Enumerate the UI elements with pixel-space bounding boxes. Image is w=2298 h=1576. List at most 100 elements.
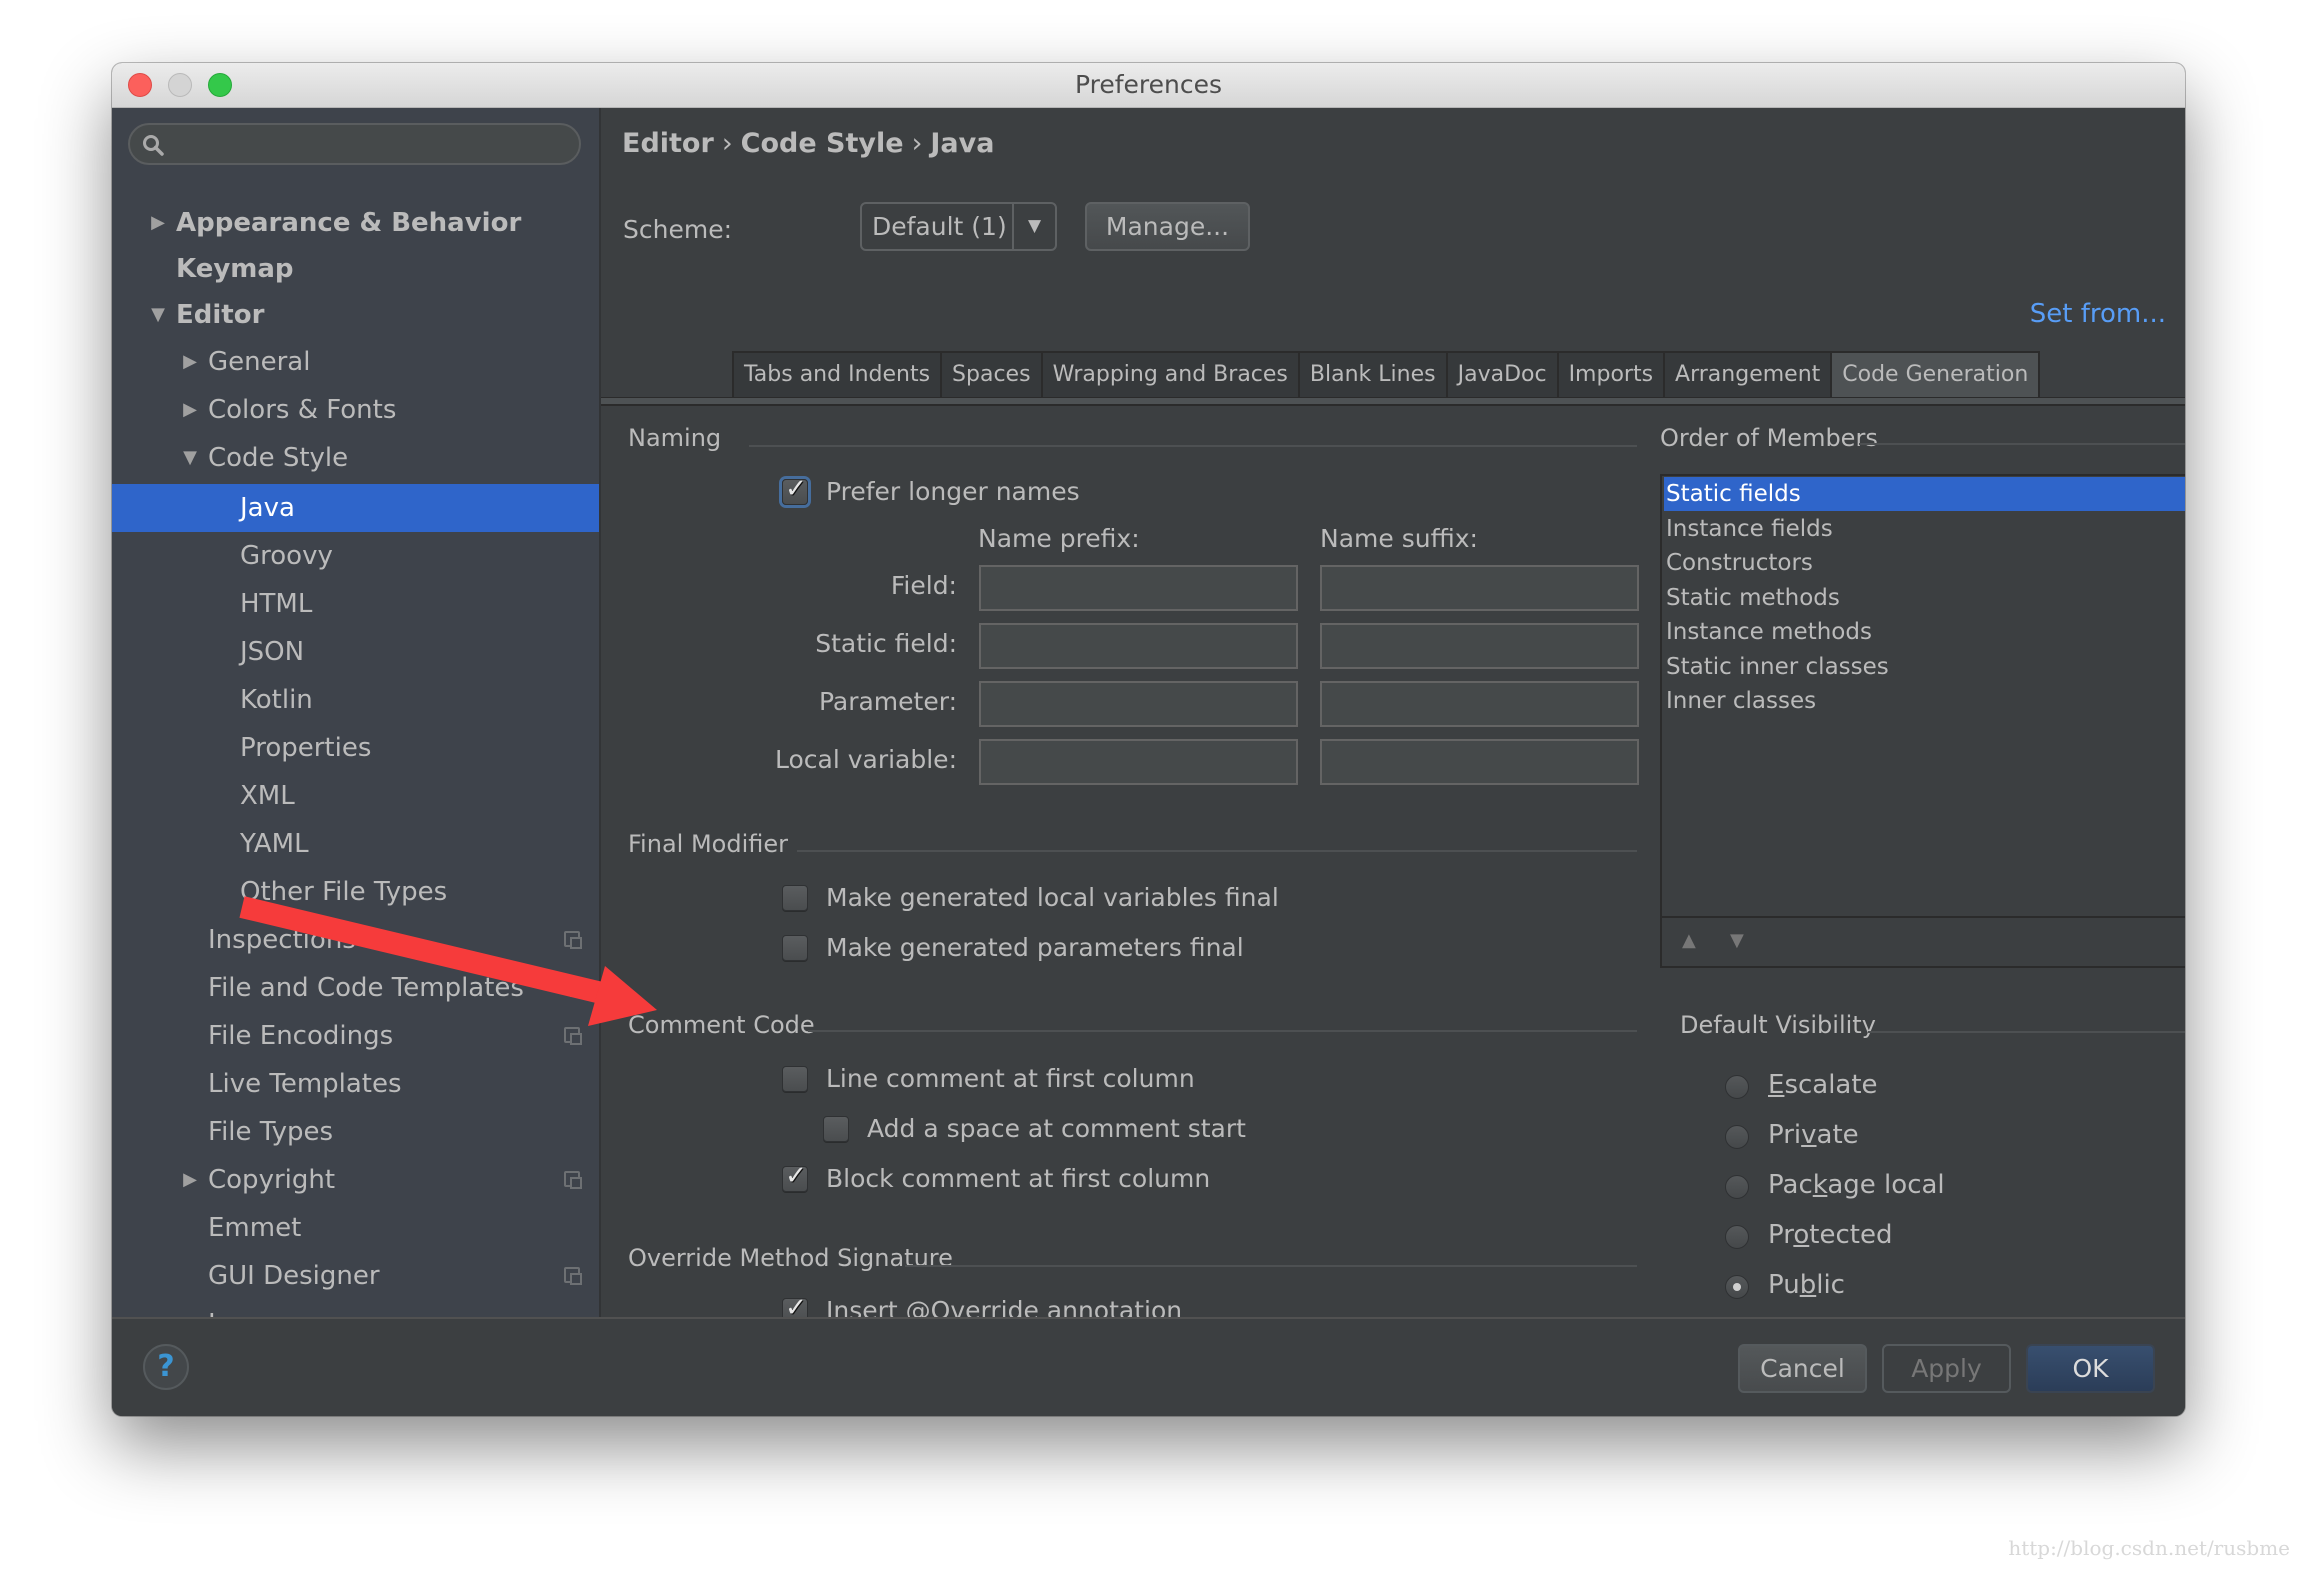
default-visibility-title: Default Visibility [1680, 1011, 1876, 1039]
naming-row-label: Field: [890, 571, 957, 600]
sidebar-item-file-types[interactable]: File Types [112, 1109, 599, 1155]
order-list-item[interactable]: Inner classes [1664, 684, 2185, 718]
tab-wrapping-and-braces[interactable]: Wrapping and Braces [1040, 351, 1298, 397]
sidebar-item-other-file-types[interactable]: Other File Types [112, 869, 599, 915]
tab-tabs-and-indents[interactable]: Tabs and Indents [732, 351, 941, 397]
sidebar-item-kotlin[interactable]: Kotlin [112, 677, 599, 723]
order-list-item[interactable]: Static fields [1664, 477, 2185, 511]
parameter-suffix-input[interactable] [1320, 681, 1639, 727]
sidebar-item-json[interactable]: JSON [112, 629, 599, 675]
move-up-icon[interactable]: ▲ [1682, 930, 1696, 951]
help-button[interactable]: ? [143, 1344, 189, 1390]
sidebar-item-label: Keymap [176, 254, 294, 284]
checkbox-label: Block comment at first column [826, 1164, 1211, 1193]
tab-arrangement[interactable]: Arrangement [1663, 351, 1831, 397]
sidebar-item-label: Kotlin [240, 685, 313, 715]
scheme-dropdown[interactable]: Default (1) ▼ [860, 202, 1057, 251]
sidebar-item-label: GUI Designer [208, 1261, 380, 1291]
order-list-item[interactable]: Constructors [1664, 546, 2185, 580]
local-variable-prefix-input[interactable] [979, 739, 1298, 785]
set-from-link[interactable]: Set from... [2030, 299, 2166, 329]
sidebar-item-gui-designer[interactable]: GUI Designer [112, 1253, 599, 1299]
prefer-longer-names-checkbox[interactable]: ✓ [782, 474, 808, 505]
sidebar-item-images[interactable]: Images [112, 1301, 599, 1317]
chevron-down-icon[interactable]: ▼ [148, 292, 168, 338]
sidebar-item-live-templates[interactable]: Live Templates [112, 1061, 599, 1107]
breadcrumb-item: Java [930, 128, 995, 159]
order-list-item[interactable]: Static inner classes [1664, 650, 2185, 684]
sidebar-item-java[interactable]: Java [112, 484, 599, 532]
sidebar-item-emmet[interactable]: Emmet [112, 1205, 599, 1251]
order-list-item[interactable]: Static methods [1664, 581, 2185, 615]
tab-spaces[interactable]: Spaces [940, 351, 1041, 397]
sidebar-item-general[interactable]: ▶ General [112, 339, 599, 385]
checkbox-line-comment-at-first-column[interactable] [782, 1066, 808, 1092]
breadcrumb: Editor › Code Style › Java [622, 128, 994, 159]
order-list-item[interactable]: Instance fields [1664, 512, 2185, 546]
order-list-item[interactable]: Instance methods [1664, 615, 2185, 649]
checkbox-make-generated-parameters-final[interactable] [782, 935, 808, 961]
sidebar-item-groovy[interactable]: Groovy [112, 533, 599, 579]
order-of-members-list[interactable]: Static fields Instance fields Constructors… [1660, 474, 2185, 968]
sidebar-item-editor[interactable]: ▼ Editor [112, 292, 599, 338]
field-prefix-input[interactable] [979, 565, 1298, 611]
sidebar-item-label: XML [240, 781, 295, 811]
sidebar-item-label: YAML [240, 829, 309, 859]
sidebar-item-xml[interactable]: XML [112, 773, 599, 819]
radio-label: Escalate [1768, 1070, 1878, 1100]
chevron-right-icon[interactable]: ▶ [148, 200, 168, 246]
settings-sidebar: ▶ Appearance & Behavior Keymap ▼ Editor ▶ Gene… [112, 108, 601, 1317]
tab-imports[interactable]: Imports [1556, 351, 1664, 397]
move-down-icon[interactable]: ▼ [1730, 930, 1744, 951]
breadcrumb-item: Code Style [740, 128, 904, 159]
manage-button[interactable]: Manage... [1085, 202, 1250, 251]
sidebar-item-html[interactable]: HTML [112, 581, 599, 627]
radio-escalate[interactable] [1725, 1075, 1749, 1099]
chevron-right-icon[interactable]: ▶ [180, 339, 200, 385]
static-field-prefix-input[interactable] [979, 623, 1298, 669]
sidebar-item-inspections[interactable]: Inspections [112, 917, 599, 963]
tab-blank-lines[interactable]: Blank Lines [1297, 351, 1446, 397]
checkbox-make-generated-local-variables-final[interactable] [782, 885, 808, 911]
tab-code-generation[interactable]: Code Generation [1830, 351, 2041, 397]
parameter-prefix-input[interactable] [979, 681, 1298, 727]
radio-public[interactable] [1725, 1275, 1749, 1299]
checkbox-label: Make generated parameters final [826, 933, 1244, 962]
list-toolbar: ▲ ▼ [1662, 916, 2185, 966]
sidebar-item-yaml[interactable]: YAML [112, 821, 599, 867]
radio-protected[interactable] [1725, 1225, 1749, 1249]
settings-search-input[interactable] [128, 123, 581, 165]
sidebar-item-copyright[interactable]: ▶ Copyright [112, 1157, 599, 1203]
field-suffix-input[interactable] [1320, 565, 1639, 611]
sidebar-item-label: Inspections [208, 925, 356, 955]
project-settings-icon [564, 1171, 582, 1189]
naming-group-title: Naming [628, 424, 722, 452]
cancel-button[interactable]: Cancel [1738, 1344, 1867, 1393]
sidebar-item-file-and-code-templates[interactable]: File and Code Templates [112, 965, 599, 1011]
sidebar-item-colors-fonts[interactable]: ▶ Colors & Fonts [112, 387, 599, 433]
apply-button[interactable]: Apply [1882, 1344, 2011, 1393]
mnemonic: b [1799, 1270, 1817, 1300]
radio-package-local[interactable] [1725, 1175, 1749, 1199]
checkbox-add-a-space-at-comment-start[interactable] [823, 1116, 849, 1142]
chevron-down-icon[interactable]: ▼ [180, 435, 200, 481]
sidebar-item-properties[interactable]: Properties [112, 725, 599, 771]
sidebar-item-code-style[interactable]: ▼ Code Style [112, 435, 599, 481]
sidebar-item-label: Copyright [208, 1165, 336, 1195]
group-divider [808, 1030, 1637, 1032]
ok-button[interactable]: OK [2026, 1344, 2155, 1393]
override-group-title: Override Method Signature [628, 1244, 953, 1272]
checkbox-insert-override-annotation[interactable]: ✓ [782, 1293, 808, 1317]
local-variable-suffix-input[interactable] [1320, 739, 1639, 785]
sidebar-item-appearance-behavior[interactable]: ▶ Appearance & Behavior [112, 200, 599, 246]
sidebar-item-file-encodings[interactable]: File Encodings [112, 1013, 599, 1059]
tab-javadoc[interactable]: JavaDoc [1445, 351, 1557, 397]
chevron-right-icon[interactable]: ▶ [180, 1157, 200, 1203]
checkbox-block-comment-at-first-column[interactable]: ✓ [782, 1161, 808, 1192]
static-field-suffix-input[interactable] [1320, 623, 1639, 669]
radio-private[interactable] [1725, 1125, 1749, 1149]
chevron-right-icon[interactable]: ▶ [180, 387, 200, 433]
sidebar-item-keymap[interactable]: Keymap [112, 246, 599, 292]
sidebar-item-label: Groovy [240, 541, 333, 571]
sidebar-item-label: Colors & Fonts [208, 395, 397, 425]
